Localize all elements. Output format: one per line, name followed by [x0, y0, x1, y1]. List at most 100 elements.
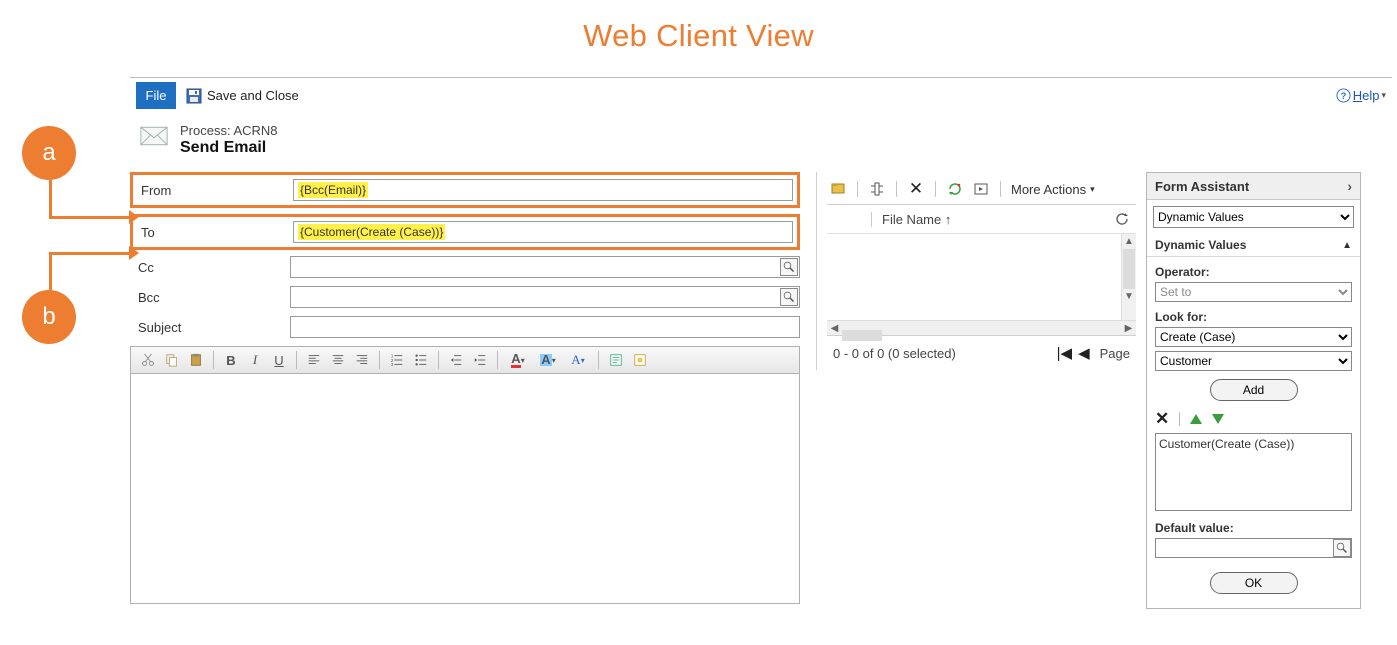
scroll-right-icon[interactable]: ▶: [1121, 323, 1136, 334]
list-item[interactable]: Customer(Create (Case)): [1159, 437, 1348, 451]
default-lookup-button[interactable]: [1333, 539, 1351, 557]
assistant-subheader[interactable]: Dynamic Values ▲: [1147, 234, 1360, 257]
to-input[interactable]: {Customer(Create (Case))}: [293, 221, 793, 243]
callout-b-connector: [49, 252, 133, 255]
subject-input[interactable]: [290, 316, 800, 338]
refresh-attachments-button[interactable]: [946, 180, 964, 198]
attachments-vscrollbar[interactable]: ▲ ▼: [1121, 234, 1136, 320]
prev-page-button[interactable]: ◀: [1078, 344, 1090, 362]
default-value-label: Default value:: [1155, 521, 1352, 535]
collapse-section-icon[interactable]: ▲: [1342, 240, 1352, 251]
lookfor-label: Look for:: [1155, 310, 1352, 324]
indent-button[interactable]: [469, 349, 491, 371]
page-label: Page: [1100, 346, 1130, 361]
scroll-up-icon[interactable]: ▲: [1122, 234, 1136, 249]
email-body-editor[interactable]: [130, 374, 800, 604]
attachments-list: ▲ ▼: [827, 234, 1136, 320]
cc-input[interactable]: [290, 256, 800, 278]
align-center-button[interactable]: [327, 349, 349, 371]
first-page-button[interactable]: |◀: [1057, 344, 1072, 362]
bcc-input[interactable]: [290, 286, 800, 308]
help-link[interactable]: ? Help ▾: [1336, 88, 1386, 103]
subject-row: Subject: [130, 316, 800, 338]
underline-button[interactable]: U: [268, 349, 290, 371]
new-attachment-button[interactable]: [829, 180, 847, 198]
from-row: From {Bcc(Email)}: [130, 172, 800, 208]
list-toolbar: ✕: [1155, 409, 1352, 429]
svg-text:3: 3: [391, 362, 394, 367]
bcc-lookup-button[interactable]: [780, 288, 798, 306]
from-input[interactable]: {Bcc(Email)}: [293, 179, 793, 201]
to-value: {Customer(Create (Case))}: [298, 224, 445, 240]
dynamic-values-listbox[interactable]: Customer(Create (Case)): [1155, 433, 1352, 511]
attachments-toolbar: ✕ More Actions ▾: [827, 176, 1136, 205]
help-label: Help: [1353, 88, 1380, 103]
ordered-list-button[interactable]: 123: [386, 349, 408, 371]
assistant-mode-select[interactable]: Dynamic Values: [1153, 206, 1354, 228]
file-button[interactable]: File: [136, 82, 176, 109]
ok-button[interactable]: OK: [1210, 572, 1298, 594]
scroll-left-icon[interactable]: ◀: [827, 323, 842, 334]
insert-article-button[interactable]: [629, 349, 651, 371]
scroll-thumb[interactable]: [1123, 249, 1135, 289]
callout-a-connector: [49, 216, 133, 219]
process-name: Process: ACRN8: [180, 123, 278, 138]
assistant-subheader-label: Dynamic Values: [1155, 238, 1246, 252]
attachments-status: 0 - 0 of 0 (0 selected): [833, 346, 956, 361]
unordered-list-button[interactable]: [410, 349, 432, 371]
filename-column-label: File Name ↑: [871, 212, 951, 227]
default-value-input[interactable]: [1155, 538, 1352, 558]
hscroll-thumb[interactable]: [842, 330, 882, 341]
chevron-down-icon: ▾: [1090, 184, 1095, 195]
rte-toolbar: B I U 123 A▾ A▾ A▾: [130, 346, 800, 374]
bcc-label: Bcc: [130, 290, 290, 305]
attachment-view-button[interactable]: [868, 180, 886, 198]
attachments-column-header[interactable]: File Name ↑: [827, 205, 1136, 234]
cut-button[interactable]: [137, 349, 159, 371]
save-and-close-button[interactable]: Save and Close: [186, 88, 299, 104]
italic-button[interactable]: I: [244, 349, 266, 371]
attachment-action-button[interactable]: [972, 180, 990, 198]
outdent-button[interactable]: [445, 349, 467, 371]
attachments-panel: ✕ More Actions ▾ File Name ↑: [816, 172, 1136, 370]
help-caret-icon: ▾: [1381, 90, 1386, 101]
copy-button[interactable]: [161, 349, 183, 371]
help-icon: ?: [1336, 88, 1351, 103]
more-actions-button[interactable]: More Actions ▾: [1011, 182, 1095, 197]
from-label: From: [133, 183, 293, 198]
font-color-button[interactable]: A▾: [504, 349, 532, 371]
collapse-panel-icon[interactable]: ›: [1347, 178, 1352, 194]
remove-item-button[interactable]: ✕: [1155, 409, 1169, 429]
callout-b-arrowhead: [129, 246, 139, 260]
move-down-button[interactable]: [1212, 414, 1224, 424]
form-assistant-panel: Form Assistant › Dynamic Values Dynamic …: [1146, 172, 1361, 609]
paste-button[interactable]: [185, 349, 207, 371]
callout-a-badge: a: [22, 126, 76, 180]
page-annotation-title: Web Client View: [0, 0, 1397, 62]
scroll-down-icon[interactable]: ▼: [1122, 289, 1136, 304]
cc-row: Cc: [130, 256, 800, 278]
font-picker-button[interactable]: A▾: [564, 349, 592, 371]
insert-template-button[interactable]: [605, 349, 627, 371]
move-up-button[interactable]: [1190, 414, 1202, 424]
cc-label: Cc: [130, 260, 290, 275]
align-left-button[interactable]: [303, 349, 325, 371]
more-actions-label: More Actions: [1011, 182, 1086, 197]
highlight-color-button[interactable]: A▾: [534, 349, 562, 371]
callout-b-badge: b: [22, 290, 76, 344]
topbar: File Save and Close ? Help ▾: [130, 78, 1392, 113]
add-button[interactable]: Add: [1210, 379, 1298, 401]
lookfor-field-select[interactable]: Customer: [1155, 351, 1352, 371]
operator-label: Operator:: [1155, 265, 1352, 279]
bold-button[interactable]: B: [220, 349, 242, 371]
refresh-list-icon[interactable]: [1114, 211, 1130, 227]
align-right-button[interactable]: [351, 349, 373, 371]
operator-select[interactable]: Set to: [1155, 282, 1352, 302]
cc-lookup-button[interactable]: [780, 258, 798, 276]
lookfor-entity-select[interactable]: Create (Case): [1155, 327, 1352, 347]
from-value: {Bcc(Email)}: [298, 182, 368, 198]
save-and-close-label: Save and Close: [207, 88, 299, 103]
delete-attachment-button[interactable]: ✕: [907, 180, 925, 198]
subject-label: Subject: [130, 320, 290, 335]
attachments-hscrollbar[interactable]: ◀ ▶: [827, 320, 1136, 335]
